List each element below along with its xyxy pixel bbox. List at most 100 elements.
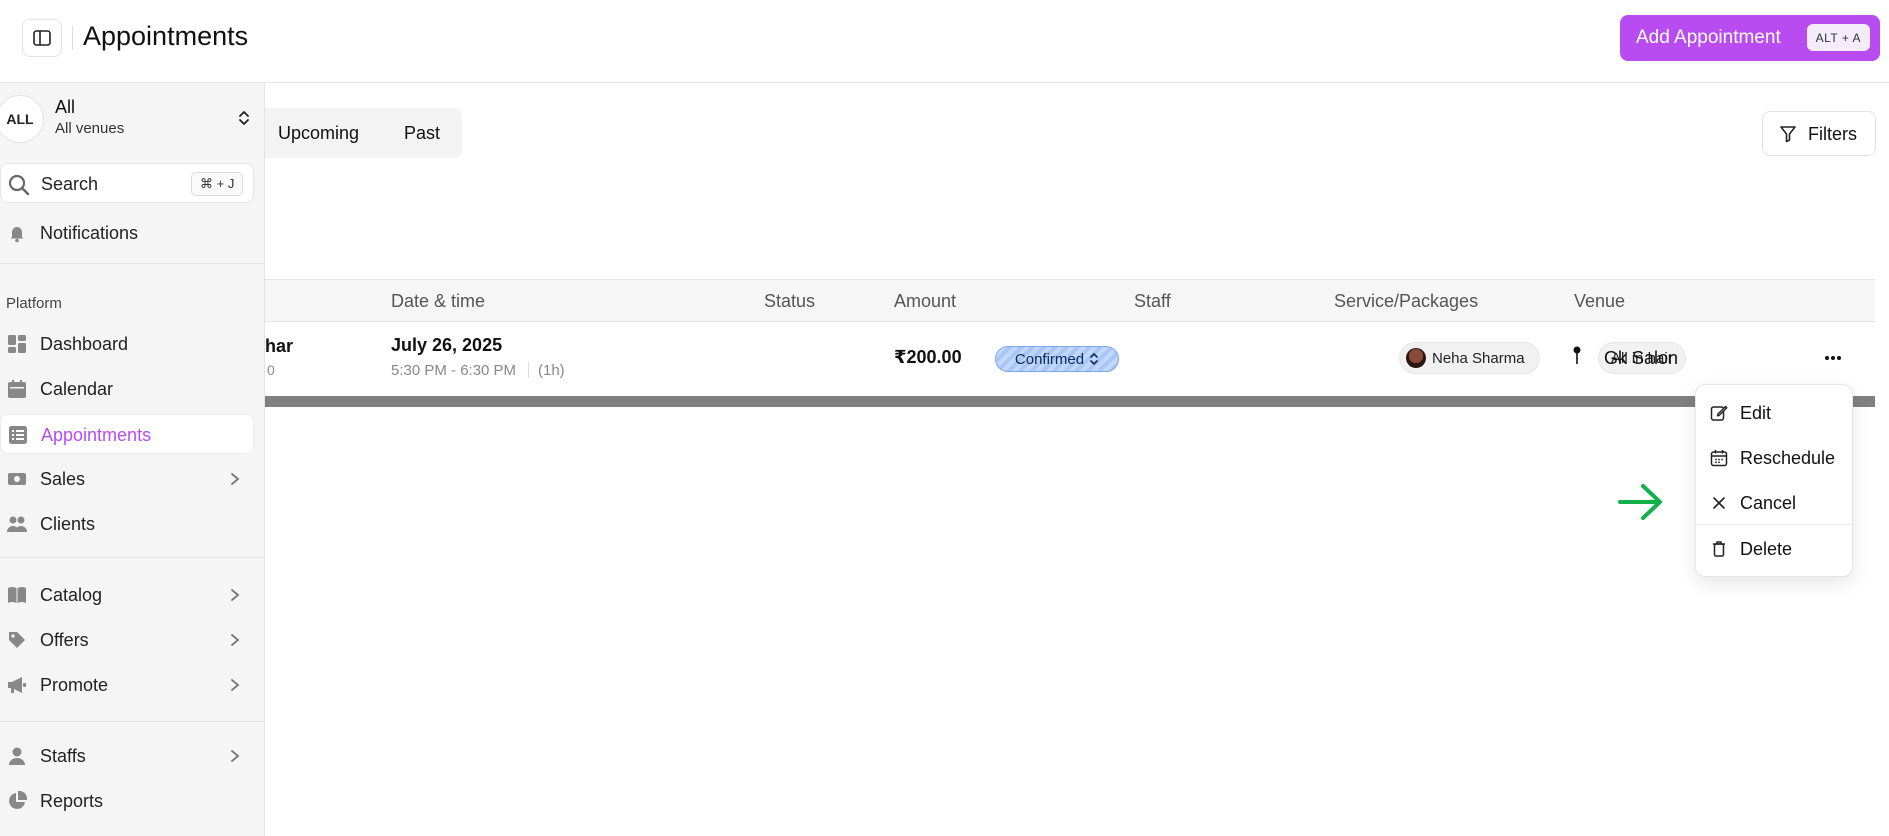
venue-avatar: ALL (0, 95, 44, 143)
sidebar-item-label: Promote (40, 675, 109, 695)
dashboard-icon (8, 335, 26, 353)
appointment-tabs: Upcoming Past (265, 108, 462, 158)
menu-item-label: Delete (1740, 539, 1793, 559)
sidebar-item-sales[interactable]: Sales (0, 459, 254, 499)
chevron-up-down-icon (239, 111, 249, 125)
sidebar-item-label: Clients (40, 514, 96, 534)
chevron-right-icon (231, 589, 240, 601)
sidebar-item-label: Notifications (40, 223, 139, 243)
sidebar-item-offers[interactable]: Offers (0, 620, 254, 660)
sidebar-item-appointments[interactable]: Appointments (0, 414, 254, 454)
chart-pie-icon (9, 791, 27, 809)
venue-name: All (55, 97, 76, 117)
menu-item-reschedule[interactable]: Reschedule (1696, 438, 1854, 478)
chevron-right-icon (231, 750, 240, 762)
chevron-up-down-icon (1090, 352, 1098, 366)
top-bar: Appointments Add Appointment ALT + A (0, 0, 1889, 83)
sidebar-divider (0, 263, 265, 264)
menu-item-label: Edit (1740, 403, 1772, 423)
horizontal-scrollbar[interactable] (265, 396, 1875, 407)
add-appointment-button[interactable]: Add Appointment ALT + A (1620, 15, 1880, 61)
sidebar-item-dashboard[interactable]: Dashboard (0, 324, 254, 364)
menu-item-label: Reschedule (1740, 448, 1836, 468)
sidebar-divider (0, 721, 265, 722)
chevron-right-icon (231, 634, 240, 646)
sidebar-item-staffs[interactable]: Staffs (0, 736, 254, 776)
venue-subtitle: All venues (55, 120, 125, 137)
tab-upcoming[interactable]: Upcoming (278, 123, 359, 144)
map-pin-icon (1573, 346, 1581, 364)
search-label: Search (41, 174, 99, 194)
calendar-icon (8, 380, 26, 398)
arrow-right-icon (1618, 484, 1662, 520)
menu-divider (1696, 524, 1854, 525)
status-label: Confirmed (1014, 350, 1085, 368)
more-options-icon[interactable] (1824, 355, 1842, 361)
sidebar-item-label: Appointments (41, 425, 152, 445)
staff-name: Neha Sharma (1432, 349, 1525, 367)
filters-label: Filters (1808, 124, 1857, 144)
cash-icon (8, 473, 26, 485)
sidebar-item-label: Sales (40, 469, 86, 489)
filter-icon (1780, 126, 1796, 143)
sidebar-toggle-button[interactable] (22, 19, 62, 57)
row-action-menu: Edit Reschedule Cancel Delete (1695, 384, 1854, 577)
megaphone-icon (8, 677, 26, 693)
appointment-date: July 26, 2025 (391, 335, 503, 355)
sidebar-item-label: Dashboard (40, 334, 129, 354)
chevron-right-icon (231, 473, 240, 485)
column-header-date[interactable]: Date & time (391, 291, 485, 312)
sidebar-toggle-icon (33, 30, 51, 46)
page-title: Appointments (83, 21, 249, 51)
appointment-duration: (1h) (538, 362, 565, 379)
sidebar-item-catalog[interactable]: Catalog (0, 575, 254, 615)
avatar (1406, 348, 1426, 368)
staff-icon (9, 747, 25, 765)
menu-item-delete[interactable]: Delete (1696, 529, 1854, 569)
sidebar-search[interactable]: Search ⌘ + J (0, 163, 254, 203)
sidebar-item-label: Staffs (40, 746, 86, 766)
menu-item-cancel[interactable]: Cancel (1696, 483, 1854, 523)
close-icon (1713, 497, 1725, 509)
sidebar-divider (0, 557, 265, 558)
table-header: Date & time Status Amount Staff Service/… (265, 279, 1875, 322)
appointment-time: 5:30 PM - 6:30 PM (391, 362, 517, 379)
tab-past[interactable]: Past (404, 123, 440, 144)
book-icon (8, 587, 26, 603)
sidebar-item-notifications[interactable]: Notifications (0, 213, 254, 253)
sidebar: ALL All All venues Search ⌘ + J Notifica… (0, 83, 265, 836)
sidebar-item-label: Calendar (40, 379, 114, 399)
client-subtext: 0 (267, 362, 275, 378)
add-appointment-shortcut: ALT + A (1806, 24, 1870, 51)
search-icon (8, 174, 30, 196)
filters-button[interactable]: Filters (1762, 111, 1876, 156)
column-header-status[interactable]: Status (764, 291, 815, 312)
time-divider (528, 362, 529, 378)
column-header-staff[interactable]: Staff (1134, 291, 1171, 312)
sidebar-item-clients[interactable]: Clients (0, 504, 254, 544)
calendar-icon (1710, 450, 1728, 467)
appointment-amount: ₹200.00 (894, 347, 962, 367)
chevron-right-icon (231, 679, 240, 691)
sidebar-item-promote[interactable]: Promote (0, 665, 254, 705)
sidebar-item-calendar[interactable]: Calendar (0, 369, 254, 409)
status-badge[interactable]: Confirmed (995, 346, 1119, 372)
users-icon (7, 516, 27, 532)
column-header-amount[interactable]: Amount (894, 291, 956, 312)
sidebar-section-label: Platform (6, 295, 62, 312)
search-shortcut: ⌘ + J (191, 172, 244, 196)
column-header-venue[interactable]: Venue (1574, 291, 1625, 312)
menu-item-edit[interactable]: Edit (1696, 393, 1854, 433)
sidebar-item-label: Catalog (40, 585, 103, 605)
sidebar-item-label: Offers (40, 630, 89, 650)
column-header-service[interactable]: Service/Packages (1334, 291, 1478, 312)
sidebar-item-reports[interactable]: Reports (0, 781, 254, 821)
bell-icon (10, 227, 24, 243)
table-row[interactable]: har 0 July 26, 2025 5:30 PM - 6:30 PM (1… (265, 322, 1875, 396)
client-name: har (265, 336, 294, 356)
edit-icon (1710, 405, 1728, 421)
trash-icon (1713, 541, 1725, 557)
tag-icon (9, 632, 25, 648)
staff-chip: Neha Sharma (1399, 342, 1540, 374)
header-divider (72, 26, 73, 50)
